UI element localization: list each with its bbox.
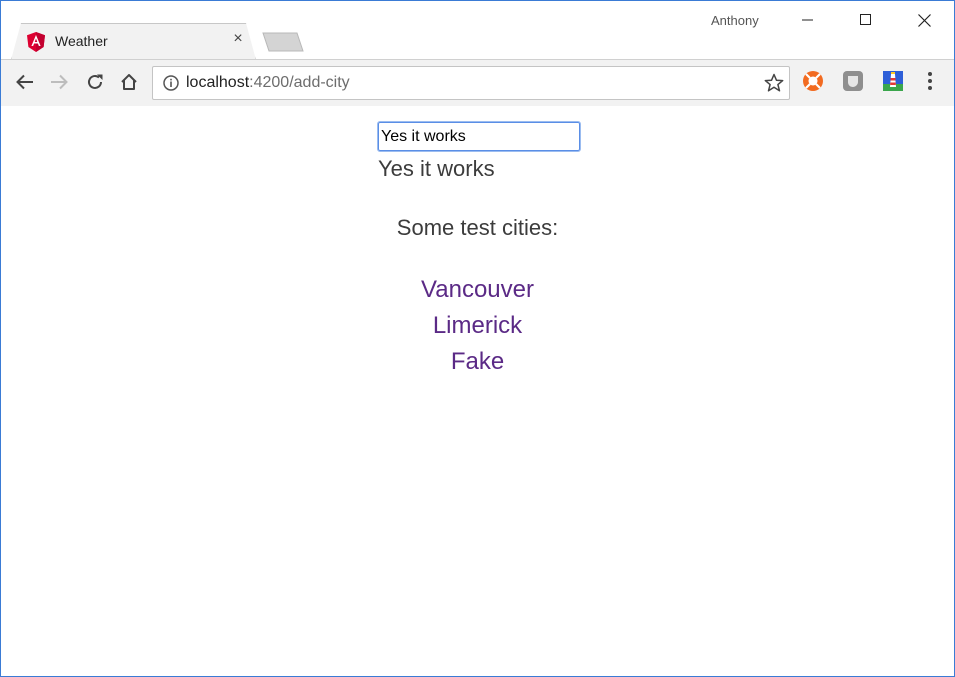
angular-icon — [27, 32, 45, 52]
lifebuoy-extension-icon[interactable] — [802, 70, 824, 92]
maximize-icon — [860, 14, 871, 25]
city-input[interactable] — [377, 121, 581, 152]
bookmark-star-icon[interactable] — [764, 73, 784, 93]
back-button[interactable] — [11, 68, 39, 96]
echo-text: Yes it works — [378, 156, 495, 181]
city-link-label: Fake — [450, 348, 505, 375]
city-link-vancouver[interactable]: Vancouver — [1, 272, 954, 308]
address-bar[interactable]: localhost:4200/add-city — [152, 66, 790, 100]
tab-content: Weather × — [11, 23, 254, 59]
city-link-fake[interactable]: Fake — [1, 344, 954, 380]
page-content: Yes it works Some test cities: Vancouver… — [1, 106, 954, 676]
lighthouse-extension-icon[interactable] — [882, 70, 904, 92]
forward-arrow-icon — [51, 74, 68, 90]
city-link-limerick[interactable]: Limerick — [1, 308, 954, 344]
test-cities-heading: Some test cities: — [396, 215, 559, 240]
title-bar: Weather × Anthony — [1, 1, 954, 59]
new-tab-button[interactable] — [261, 32, 305, 52]
home-button[interactable] — [115, 68, 143, 96]
reload-button[interactable] — [81, 68, 109, 96]
city-link-label: Vancouver — [421, 276, 534, 303]
city-link-list: Vancouver Limerick Fake — [1, 272, 954, 380]
minimize-icon — [802, 19, 813, 21]
profile-name[interactable]: Anthony — [711, 13, 759, 28]
home-icon — [121, 74, 137, 90]
info-icon[interactable] — [163, 75, 179, 91]
minimize-button[interactable] — [779, 1, 837, 39]
browser-window: Weather × Anthony localhost:4200/add-cit… — [0, 0, 955, 677]
close-icon — [917, 13, 931, 27]
gray-extension-icon[interactable] — [842, 70, 864, 92]
maximize-button[interactable] — [837, 1, 895, 39]
close-window-button[interactable] — [895, 1, 953, 39]
back-arrow-icon — [16, 74, 33, 90]
forward-button[interactable] — [45, 68, 73, 96]
tab-close-icon[interactable]: × — [230, 31, 246, 47]
reload-icon — [88, 74, 103, 89]
tab-title: Weather — [55, 33, 108, 49]
city-link-label: Limerick — [432, 312, 523, 339]
browser-toolbar: localhost:4200/add-city — [1, 59, 954, 107]
url-path: :4200/add-city — [249, 74, 350, 91]
url-host: localhost — [186, 74, 250, 91]
url-text: localhost:4200/add-city — [186, 74, 350, 92]
menu-dots-icon[interactable] — [923, 70, 937, 92]
